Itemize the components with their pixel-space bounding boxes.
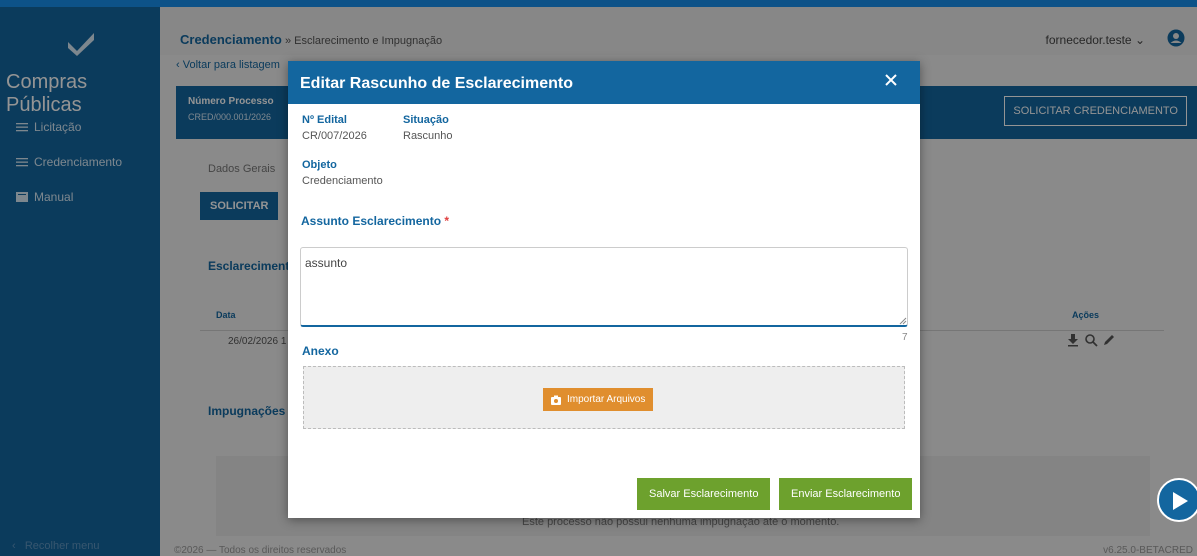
object-label: Objeto bbox=[302, 159, 337, 171]
edit-draft-modal: Editar Rascunho de Esclarecimento Nº Edi… bbox=[288, 61, 920, 518]
annex-label: Anexo bbox=[302, 344, 339, 358]
save-clarification-button[interactable]: Salvar Esclarecimento bbox=[637, 478, 771, 510]
subject-label: Assunto Esclarecimento * bbox=[301, 214, 449, 228]
required-mark: * bbox=[444, 214, 450, 228]
send-clarification-button[interactable]: Enviar Esclarecimento bbox=[779, 478, 913, 510]
modal-title: Editar Rascunho de Esclarecimento bbox=[300, 75, 573, 92]
resize-grip-icon[interactable] bbox=[899, 317, 907, 325]
import-files-button[interactable]: Importar Arquivos bbox=[543, 388, 654, 411]
status-label: Situação bbox=[403, 114, 449, 126]
object-value: Credenciamento bbox=[302, 175, 383, 187]
close-icon[interactable] bbox=[884, 73, 898, 87]
play-arrow-icon bbox=[1173, 492, 1188, 510]
import-files-label: Importar Arquivos bbox=[567, 394, 646, 405]
subject-label-text: Assunto Esclarecimento bbox=[301, 214, 442, 228]
top-accent-bar bbox=[0, 0, 1197, 7]
file-dropzone[interactable]: Importar Arquivos bbox=[303, 366, 905, 429]
modal-header: Editar Rascunho de Esclarecimento bbox=[288, 61, 920, 104]
edital-label: Nº Edital bbox=[302, 114, 347, 126]
char-counter: 7 bbox=[902, 332, 908, 343]
status-value: Rascunho bbox=[403, 130, 453, 142]
next-nav-button[interactable] bbox=[1157, 478, 1197, 522]
edital-value: CR/007/2026 bbox=[302, 130, 367, 142]
subject-textarea[interactable]: assunto bbox=[300, 247, 908, 327]
camera-icon bbox=[551, 395, 561, 405]
